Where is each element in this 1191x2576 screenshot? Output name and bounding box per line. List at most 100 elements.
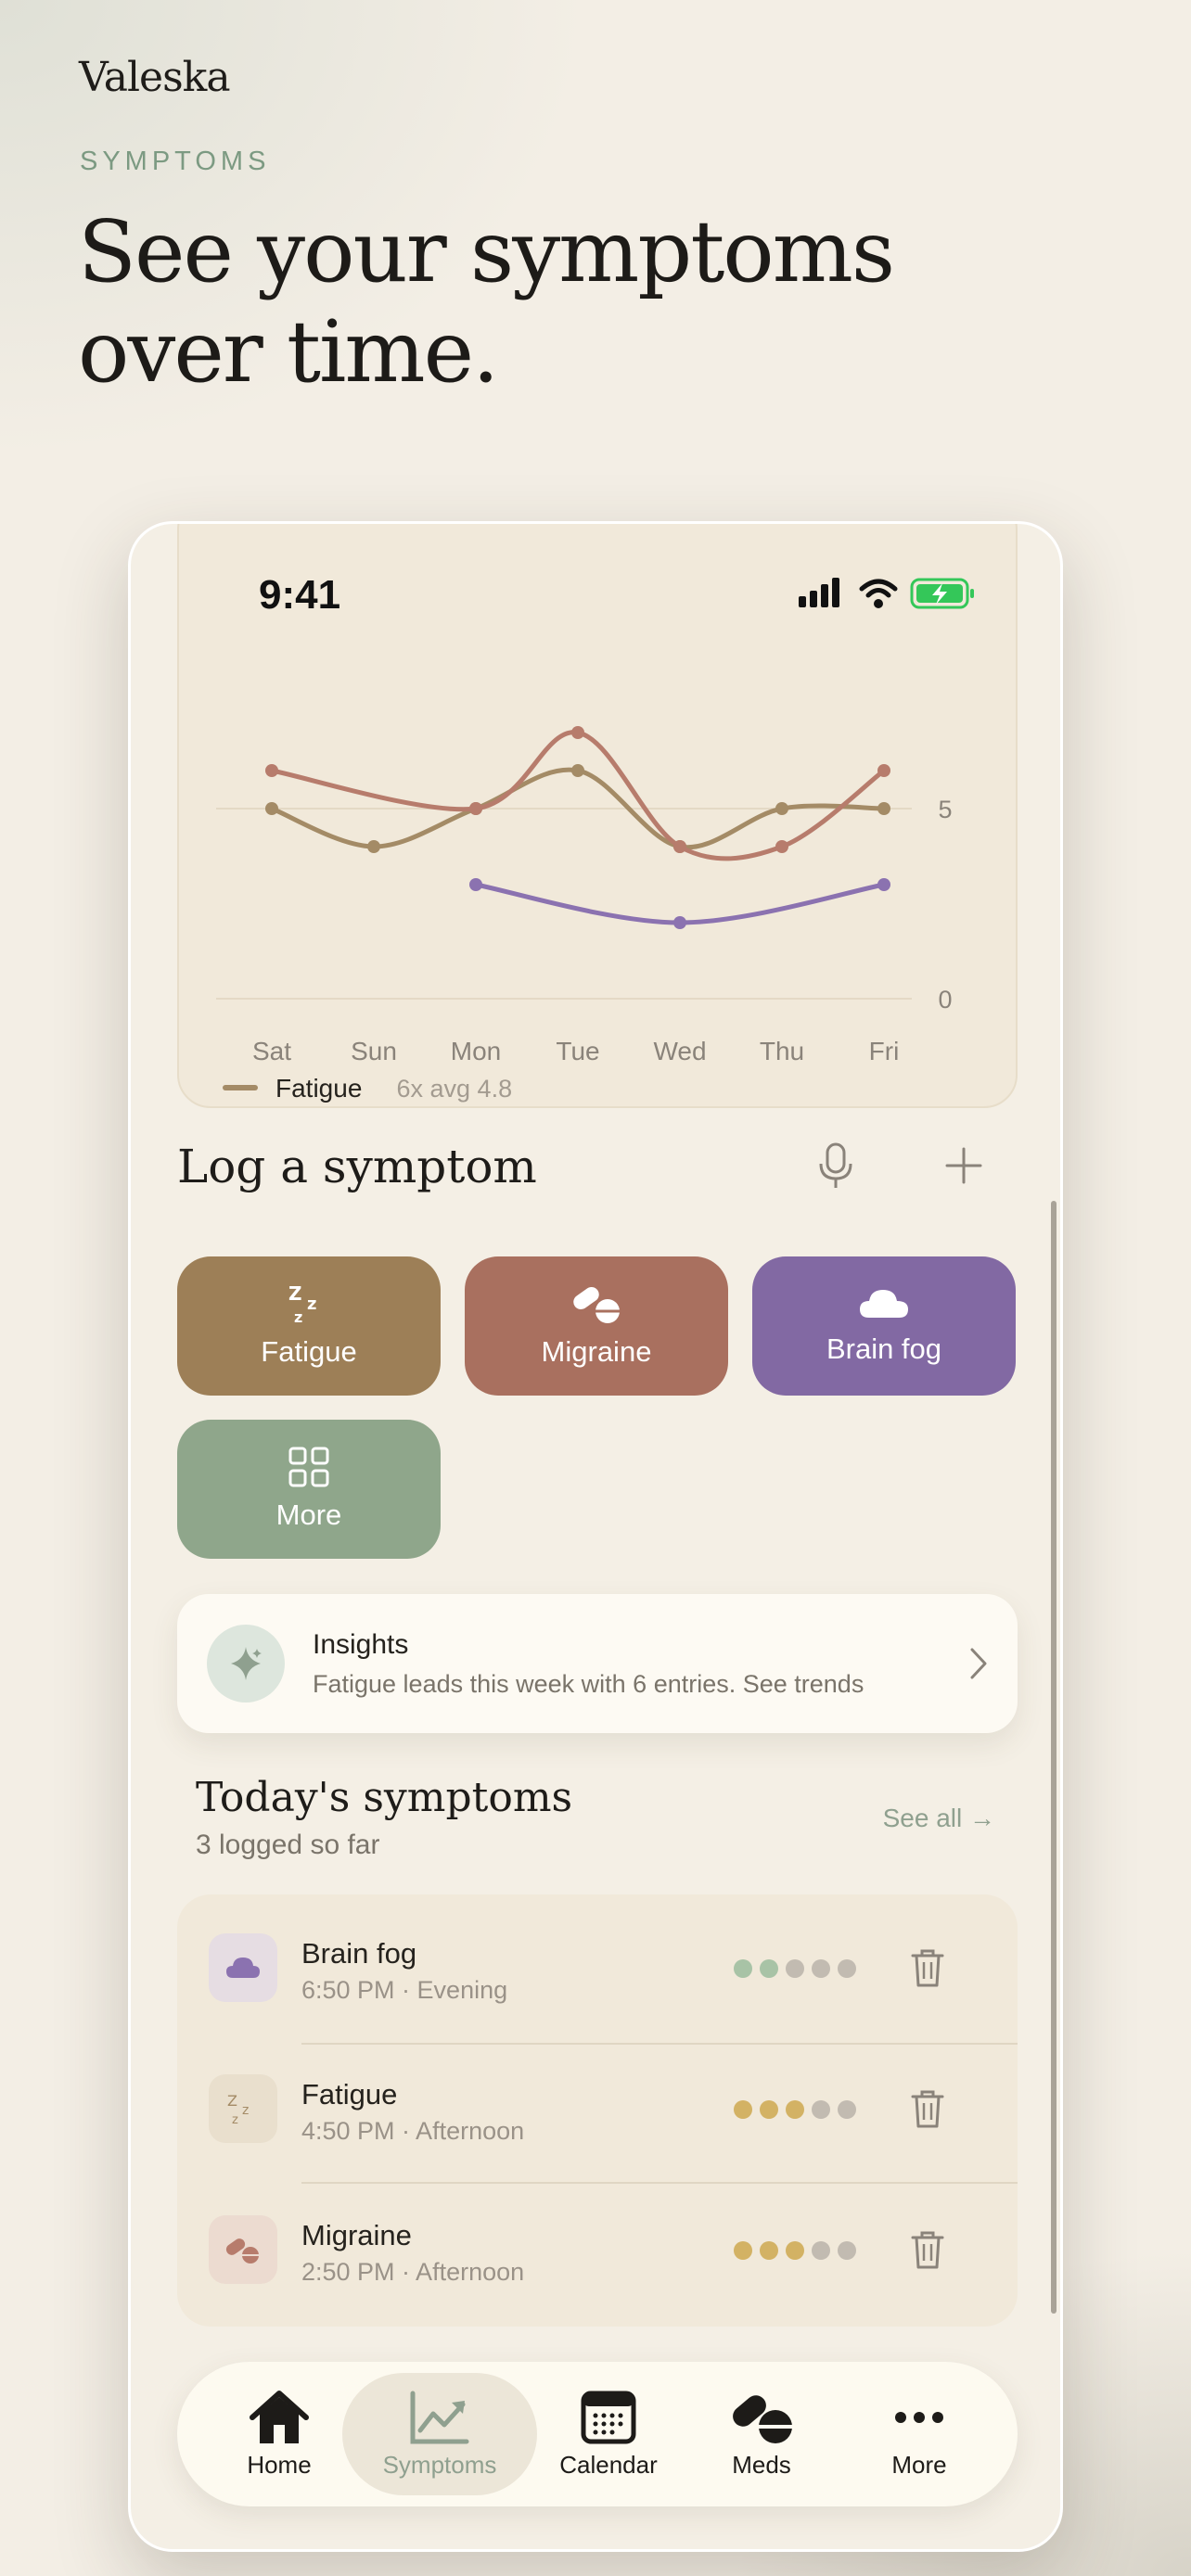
house-icon <box>250 2390 309 2443</box>
tile-label: More <box>275 1498 342 1531</box>
phone-frame: 5 0 Sat Sun Mon Tue Wed Thu Fri Fatigue 6x avg 4.8… <box>128 521 1063 2552</box>
bottom-tab-bar: Home Symptoms Calendar Meds More <box>177 2362 1018 2506</box>
data-point <box>877 802 890 815</box>
entry-name: Fatigue <box>301 2078 398 2111</box>
tile-migraine[interactable]: Migraine <box>465 1256 728 1396</box>
battery-charging-icon <box>910 578 974 609</box>
tab-calendar[interactable]: Calendar <box>539 2373 678 2495</box>
y-tick-label: 0 <box>938 986 952 1014</box>
pills-icon <box>733 2394 792 2443</box>
svg-text:Z: Z <box>288 1283 302 1305</box>
tab-label: Home <box>247 2450 312 2479</box>
insights-card[interactable]: Insights Fatigue leads this week with 6 … <box>177 1594 1018 1733</box>
insights-summary: Fatigue leads this week with 6 entries. … <box>313 1670 864 1698</box>
status-icons <box>799 578 974 609</box>
zzz-icon: Z z z <box>288 1283 316 1324</box>
trend-chart-icon <box>410 2391 469 2443</box>
tab-label: Meds <box>732 2450 791 2479</box>
severity-dots <box>734 2100 856 2119</box>
tile-fatigue[interactable]: Z z z Fatigue <box>177 1256 441 1396</box>
data-point <box>265 764 278 777</box>
data-point <box>367 840 380 853</box>
data-point <box>469 878 482 891</box>
status-time: 9:41 <box>259 572 341 618</box>
tile-label: Migraine <box>541 1335 652 1368</box>
data-point <box>775 840 788 853</box>
data-point <box>265 802 278 815</box>
tab-meds[interactable]: Meds <box>697 2373 826 2495</box>
microphone-icon <box>819 1142 852 1188</box>
data-point <box>571 726 584 739</box>
tab-label: Calendar <box>559 2450 658 2479</box>
sparkle-icon <box>207 1625 285 1702</box>
list-item[interactable]: Brain fog 6:50 PM · Evening <box>177 1898 1018 2037</box>
calendar-icon <box>581 2391 636 2443</box>
tab-symptoms[interactable]: Symptoms <box>342 2373 537 2495</box>
y-tick-label: 5 <box>938 796 952 823</box>
x-tick-label: Mon <box>451 1037 501 1065</box>
zzz-icon: Z z z <box>209 2074 277 2143</box>
list-item[interactable]: Migraine 2:50 PM · Afternoon <box>177 2180 1018 2319</box>
tab-label: Symptoms <box>382 2450 497 2479</box>
trash-icon[interactable] <box>910 2088 945 2129</box>
svg-text:z: z <box>232 2113 238 2125</box>
tile-label: Fatigue <box>261 1335 357 1368</box>
list-item[interactable]: Z z z Fatigue 4:50 PM · Afternoon <box>177 2039 1018 2178</box>
add-symptom-button[interactable] <box>934 1136 993 1195</box>
x-tick-label: Sun <box>351 1037 397 1065</box>
svg-text:z: z <box>307 1294 316 1314</box>
data-point <box>877 878 890 891</box>
svg-text:z: z <box>294 1308 302 1324</box>
pills-icon <box>573 1286 620 1323</box>
legend-label: Fatigue <box>275 1074 362 1103</box>
page-headline: See your symptoms over time. <box>78 202 895 402</box>
tab-label: More <box>891 2450 947 2479</box>
data-point <box>469 802 482 815</box>
trash-icon[interactable] <box>910 1947 945 1988</box>
todays-symptom-list: Brain fog 6:50 PM · Evening Z z z Fatigu… <box>177 1894 1018 2327</box>
cellular-signal-icon <box>799 578 839 607</box>
entry-time: 4:50 PM · Afternoon <box>301 2117 525 2145</box>
entry-time: 6:50 PM · Evening <box>301 1976 508 2004</box>
chevron-right-icon <box>970 1648 987 1679</box>
ellipsis-icon <box>895 2411 943 2423</box>
trash-icon[interactable] <box>910 2229 945 2270</box>
svg-text:Z: Z <box>227 2092 237 2110</box>
data-point <box>775 802 788 815</box>
tile-more[interactable]: More <box>177 1420 441 1559</box>
tab-home[interactable]: Home <box>214 2373 344 2495</box>
see-all-link[interactable]: See all → <box>883 1804 995 1833</box>
tile-brain-fog[interactable]: Brain fog <box>752 1256 1016 1396</box>
x-tick-label: Tue <box>556 1037 599 1065</box>
cloud-icon <box>209 1933 277 2002</box>
x-tick-label: Sat <box>252 1037 291 1065</box>
log-symptom-title: Log a symptom <box>177 1140 537 1193</box>
data-point <box>673 840 686 853</box>
x-tick-label: Wed <box>653 1037 706 1065</box>
entry-name: Brain fog <box>301 1937 417 1970</box>
voice-log-button[interactable] <box>806 1136 865 1195</box>
wifi-icon <box>859 579 898 608</box>
plus-icon <box>945 1147 982 1184</box>
data-point <box>571 764 584 777</box>
data-point <box>673 916 686 929</box>
pills-icon <box>209 2215 277 2284</box>
todays-symptoms-count: 3 logged so far <box>196 1830 380 1860</box>
x-tick-label: Fri <box>869 1037 900 1065</box>
tile-label: Brain fog <box>826 1333 942 1365</box>
todays-symptoms-title: Today's symptoms <box>196 1774 573 1821</box>
severity-dots <box>734 1959 856 1978</box>
cloud-icon <box>860 1290 908 1318</box>
x-tick-label: Thu <box>760 1037 804 1065</box>
brand-logo: Valeska <box>79 54 231 101</box>
legend-stats: 6x avg 4.8 <box>397 1075 513 1103</box>
section-eyebrow: SYMPTOMS <box>80 147 271 176</box>
tab-more[interactable]: More <box>854 2373 984 2495</box>
entry-time: 2:50 PM · Afternoon <box>301 2258 525 2286</box>
svg-text:z: z <box>242 2103 249 2118</box>
scrollbar[interactable] <box>1051 1201 1057 2314</box>
data-point <box>877 764 890 777</box>
series-line <box>269 730 887 861</box>
grid-icon <box>288 1447 329 1487</box>
severity-dots <box>734 2241 856 2260</box>
